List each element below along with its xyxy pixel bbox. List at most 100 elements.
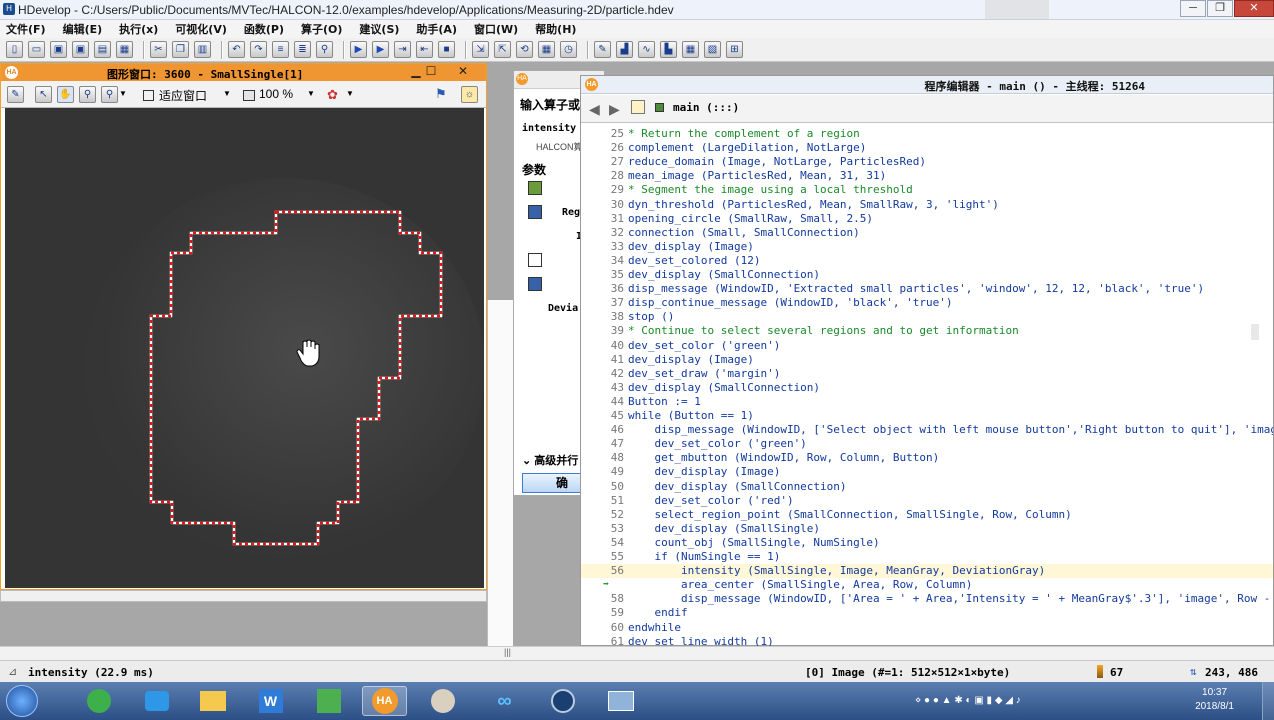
- undo-icon[interactable]: ↶: [228, 41, 245, 58]
- code-line[interactable]: 32 connection (Small, SmallConnection): [581, 226, 1273, 240]
- code-line[interactable]: 56 intensity (SmallSingle, Image, MeanGr…: [581, 564, 1273, 579]
- code-line[interactable]: 50 dev_display (SmallConnection): [581, 480, 1273, 494]
- task-infinity-icon[interactable]: ∞: [482, 686, 527, 716]
- menu-window[interactable]: 窗口(W): [474, 21, 518, 37]
- code-line[interactable]: 29 * Segment the image using a local thre…: [581, 183, 1273, 197]
- chevron-down-icon[interactable]: ▼: [119, 89, 127, 98]
- redo-icon[interactable]: ↷: [250, 41, 267, 58]
- code-line[interactable]: 39 * Continue to select several regions a…: [581, 324, 1273, 338]
- reset-icon[interactable]: ⟲: [516, 41, 533, 58]
- minimize-button[interactable]: ─: [1180, 0, 1206, 17]
- menu-execute[interactable]: 执行(x): [119, 21, 158, 37]
- task-ie-icon[interactable]: [76, 686, 121, 716]
- step-back-icon[interactable]: ⇤: [416, 41, 433, 58]
- menu-operators[interactable]: 算子(O): [301, 21, 342, 37]
- code-line[interactable]: 59 endif: [581, 606, 1273, 620]
- code-line[interactable]: 35 dev_display (SmallConnection): [581, 268, 1273, 282]
- print-icon[interactable]: ▤: [94, 41, 111, 58]
- maximize-button[interactable]: ☐: [421, 65, 441, 79]
- close-button[interactable]: ✕: [453, 65, 473, 79]
- code-line[interactable]: 45 while (Button == 1): [581, 409, 1273, 423]
- pin-icon[interactable]: ⚑: [435, 86, 447, 102]
- gray-histogram-icon[interactable]: ▟: [616, 41, 633, 58]
- chevron-down-icon[interactable]: ▼: [346, 89, 354, 98]
- code-area[interactable]: 25 * Return the complement of a region 26 c…: [581, 127, 1273, 646]
- move-hand-icon[interactable]: ✋: [57, 86, 74, 103]
- paste-icon[interactable]: ▥: [194, 41, 211, 58]
- indent-icon[interactable]: ≡: [272, 41, 289, 58]
- pointer-icon[interactable]: ↖: [35, 86, 52, 103]
- procedure-selector[interactable]: main (:::): [673, 101, 739, 114]
- code-line[interactable]: 47 dev_set_color ('green'): [581, 437, 1273, 451]
- code-line[interactable]: 53 dev_display (SmallSingle): [581, 522, 1273, 536]
- menu-file[interactable]: 文件(F): [6, 21, 46, 37]
- code-line[interactable]: 48 get_mbutton (WindowID, Row, Column, B…: [581, 451, 1273, 465]
- code-line[interactable]: 31 opening_circle (SmallRaw, Small, 2.5): [581, 212, 1273, 226]
- forward-arrow-icon[interactable]: ▶: [609, 101, 620, 118]
- task-video-icon[interactable]: [134, 686, 179, 716]
- advanced-parallel-toggle[interactable]: ⌄ 高级并行: [522, 452, 578, 468]
- chevron-down-icon[interactable]: ▼: [223, 89, 231, 98]
- colors-icon[interactable]: ✿: [327, 87, 338, 103]
- code-line[interactable]: 27 reduce_domain (Image, NotLarge, Partic…: [581, 155, 1273, 169]
- task-halcon-icon[interactable]: HA: [362, 686, 407, 716]
- task-word-icon[interactable]: W: [248, 686, 293, 716]
- restore-button[interactable]: ❐: [1207, 0, 1233, 17]
- zoom-percentage[interactable]: 100 %: [259, 87, 293, 101]
- task-screen-icon[interactable]: [598, 686, 643, 716]
- code-line[interactable]: 38 stop (): [581, 310, 1273, 324]
- menu-edit[interactable]: 编辑(E): [63, 21, 103, 37]
- code-line[interactable]: 60 endwhile: [581, 621, 1273, 635]
- find-icon[interactable]: ⚲: [316, 41, 333, 58]
- menu-suggestions[interactable]: 建议(S): [359, 21, 399, 37]
- menu-visualization[interactable]: 可视化(V): [175, 21, 227, 37]
- task-globe-icon[interactable]: [540, 686, 585, 716]
- code-line[interactable]: 51 dev_set_color ('red'): [581, 494, 1273, 508]
- settings-bulb-icon[interactable]: ☼: [461, 86, 478, 103]
- tray-icons[interactable]: ⋄ ● ● ▲ ✱ ◐ ▣ ▮ ◆ ◢ ♪: [915, 695, 1021, 706]
- open-program-icon[interactable]: ▭: [28, 41, 45, 58]
- program-editor-titlebar[interactable]: HA 程序编辑器 - main () - 主线程: 51264: [581, 76, 1273, 94]
- task-paint-icon[interactable]: [420, 686, 465, 716]
- code-line[interactable]: 55 if (NumSingle == 1): [581, 550, 1273, 564]
- start-button[interactable]: [6, 685, 38, 717]
- properties-icon[interactable]: ▦: [116, 41, 133, 58]
- code-line[interactable]: 41 dev_display (Image): [581, 353, 1273, 367]
- layout-icon[interactable]: ▦: [538, 41, 555, 58]
- back-arrow-icon[interactable]: ◀: [589, 101, 600, 118]
- code-line[interactable]: 57 area_center (SmallSingle, Area, Row, …: [581, 578, 1273, 592]
- step-into-icon[interactable]: ⇲: [472, 41, 489, 58]
- code-line[interactable]: 40 dev_set_color ('green'): [581, 339, 1273, 353]
- image-canvas[interactable]: [5, 108, 485, 588]
- code-line[interactable]: 37 disp_continue_message (WindowID, 'blac…: [581, 296, 1273, 310]
- clock[interactable]: 10:37 2018/8/1: [1195, 686, 1234, 714]
- code-line[interactable]: 34 dev_set_colored (12): [581, 254, 1273, 268]
- tool-settings-icon[interactable]: ✎: [7, 86, 24, 103]
- task-green-app-icon[interactable]: [306, 686, 351, 716]
- code-line[interactable]: 42 dev_set_draw ('margin'): [581, 367, 1273, 381]
- zoom-icon[interactable]: ⚲: [79, 86, 96, 103]
- cut-icon[interactable]: ✂: [150, 41, 167, 58]
- run-icon[interactable]: ▶: [350, 41, 367, 58]
- code-line[interactable]: 54 count_obj (SmallSingle, NumSingle): [581, 536, 1273, 550]
- horizontal-scrollbar[interactable]: |||: [0, 646, 1274, 660]
- code-line[interactable]: 61 dev_set_line_width (1): [581, 635, 1273, 646]
- fit-window-label[interactable]: 适应窗口: [159, 87, 207, 104]
- code-line[interactable]: 33 dev_display (Image): [581, 240, 1273, 254]
- task-folder-icon[interactable]: [190, 686, 235, 716]
- code-line[interactable]: 25 * Return the complement of a region: [581, 127, 1273, 141]
- code-line[interactable]: 30 dyn_threshold (ParticlesRed, Mean, Sma…: [581, 198, 1273, 212]
- close-button[interactable]: ✕: [1234, 0, 1274, 17]
- outdent-icon[interactable]: ≣: [294, 41, 311, 58]
- new-program-icon[interactable]: ▯: [6, 41, 23, 58]
- graphics-window-titlebar[interactable]: HA 图形窗口: 3600 - SmallSingle[1] ▁ ☐ ✕: [1, 64, 486, 81]
- feature-inspection-icon[interactable]: ▧: [704, 41, 721, 58]
- code-line[interactable]: 28 mean_image (ParticlesRed, Mean, 31, 31…: [581, 169, 1273, 183]
- feature-histogram-icon[interactable]: ▦: [682, 41, 699, 58]
- zoom-options-icon[interactable]: ⚲: [101, 86, 118, 103]
- menu-procedures[interactable]: 函数(P): [244, 21, 284, 37]
- stop-icon[interactable]: ■: [438, 41, 455, 58]
- zoom-window-icon[interactable]: ⊞: [726, 41, 743, 58]
- code-line[interactable]: 58 disp_message (WindowID, ['Area = ' + …: [581, 592, 1273, 606]
- code-line[interactable]: 52 select_region_point (SmallConnection,…: [581, 508, 1273, 522]
